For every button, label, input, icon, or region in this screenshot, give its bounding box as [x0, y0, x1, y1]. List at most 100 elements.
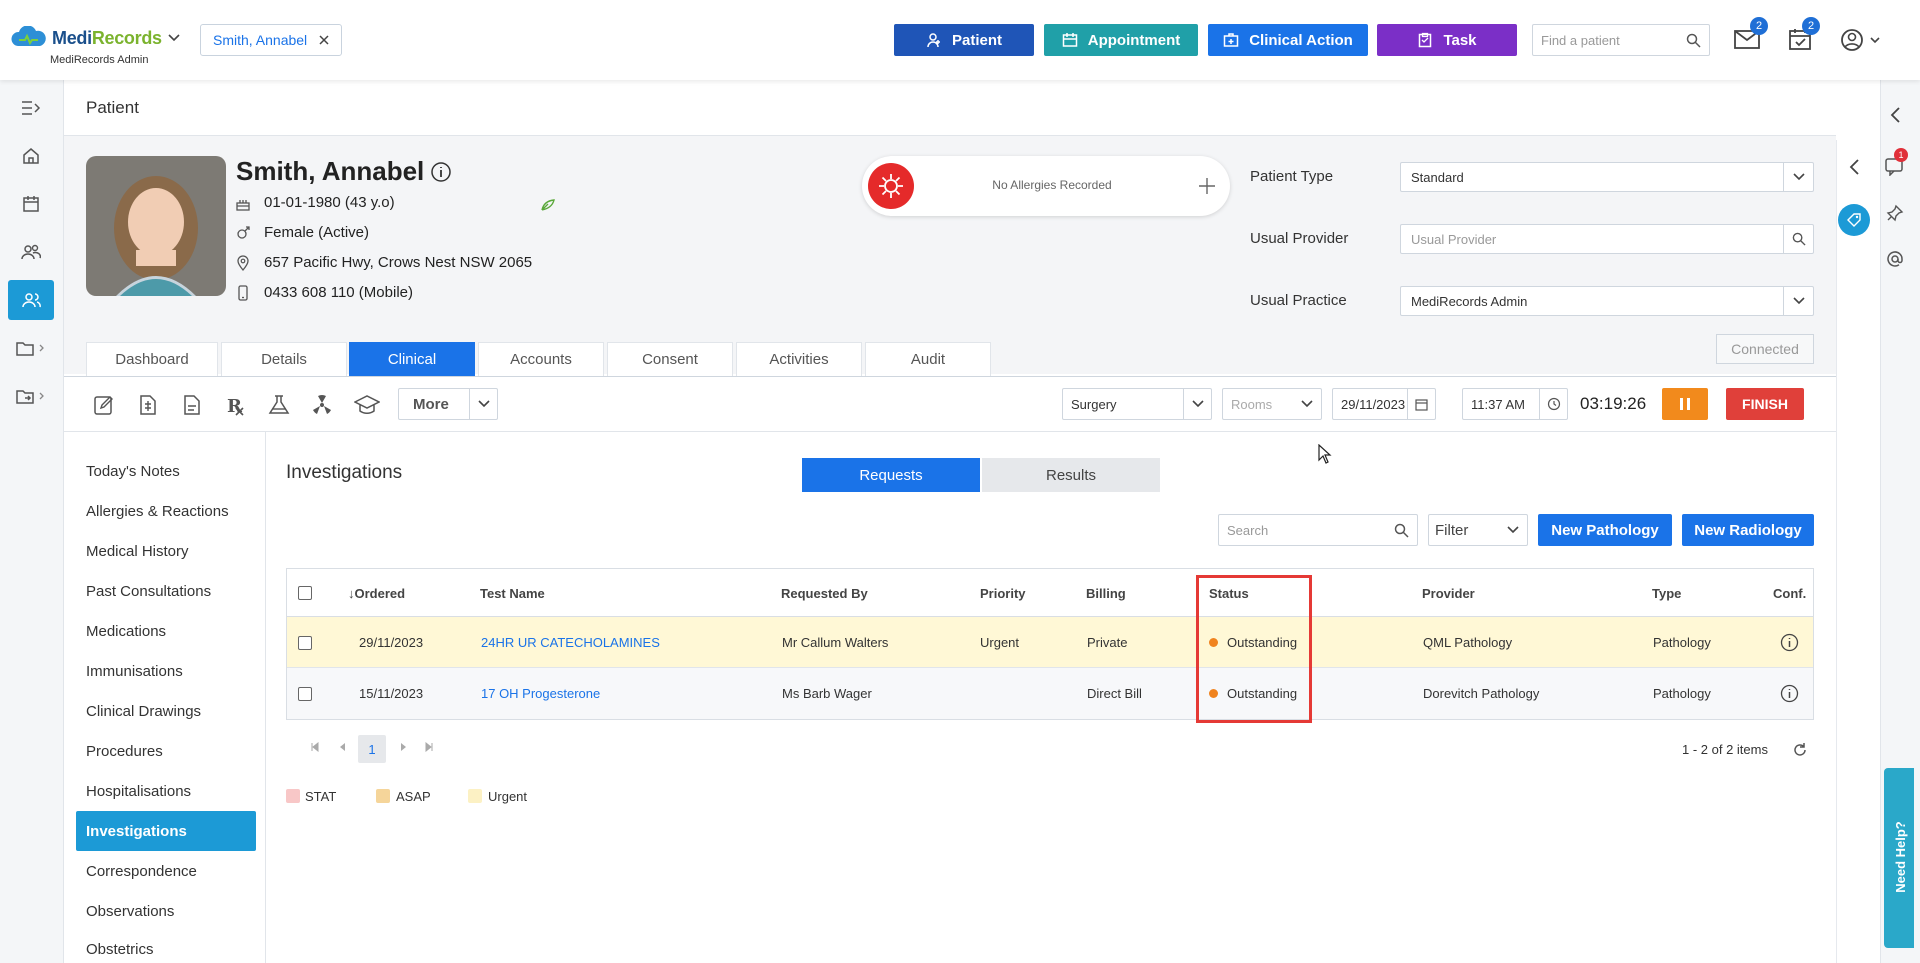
search-icon[interactable]: [1783, 225, 1813, 253]
need-help-tab[interactable]: Need Help?: [1884, 768, 1914, 948]
document-icon[interactable]: [136, 393, 160, 417]
last-page-icon[interactable]: [424, 742, 434, 752]
info-icon[interactable]: [1780, 668, 1799, 719]
info-icon[interactable]: [430, 161, 452, 183]
usual-practice-select[interactable]: MediRecords Admin: [1400, 286, 1814, 316]
calendar-icon[interactable]: [1407, 389, 1435, 419]
nav-allergies[interactable]: Allergies & Reactions: [76, 491, 256, 531]
add-allergy-icon[interactable]: [1198, 177, 1216, 195]
next-page-icon[interactable]: [398, 742, 408, 752]
segment-results[interactable]: Results: [982, 458, 1160, 492]
nav-correspondence[interactable]: Correspondence: [76, 851, 256, 891]
investigations-search-input[interactable]: Search: [1218, 514, 1418, 546]
nav-observations[interactable]: Observations: [76, 891, 256, 931]
nav-medical-history[interactable]: Medical History: [76, 531, 256, 571]
nav-clinical-drawings[interactable]: Clinical Drawings: [76, 691, 256, 731]
clock-icon[interactable]: [1539, 389, 1567, 419]
date-input[interactable]: 29/11/2023: [1332, 388, 1436, 420]
app-logo[interactable]: MediRecords: [52, 28, 162, 49]
col-ordered[interactable]: ↓ Ordered: [348, 568, 405, 618]
nav-immunisations[interactable]: Immunisations: [76, 651, 256, 691]
prev-page-icon[interactable]: [338, 742, 348, 752]
row-test-link[interactable]: 17 OH Progesterone: [481, 668, 600, 719]
collapse-panel-icon[interactable]: [1848, 158, 1862, 176]
select-all-checkbox[interactable]: [298, 568, 312, 618]
row-test-link[interactable]: 24HR UR CATECHOLAMINES: [481, 617, 660, 668]
chevron-down-icon[interactable]: [1293, 389, 1321, 419]
pathology-flask-icon[interactable]: [266, 393, 290, 417]
page-number[interactable]: 1: [358, 735, 386, 763]
connected-button[interactable]: Connected: [1716, 334, 1814, 364]
col-conf[interactable]: Conf.: [1773, 568, 1806, 618]
users-icon[interactable]: [8, 232, 54, 272]
col-priority[interactable]: Priority: [980, 568, 1026, 618]
chevron-down-icon[interactable]: [1499, 515, 1527, 545]
home-icon[interactable]: [8, 136, 54, 176]
chevron-down-icon[interactable]: [469, 389, 497, 419]
new-radiology-button[interactable]: New Radiology: [1682, 514, 1814, 546]
patient-photo[interactable]: [86, 156, 226, 296]
nav-medications[interactable]: Medications: [76, 611, 256, 651]
usual-provider-input[interactable]: Usual Provider: [1400, 224, 1814, 254]
col-billing[interactable]: Billing: [1086, 568, 1126, 618]
chevron-down-icon[interactable]: [168, 34, 180, 42]
allergy-virus-icon[interactable]: [868, 163, 914, 209]
shared-folder-icon[interactable]: [8, 376, 54, 416]
find-patient-input[interactable]: Find a patient: [1532, 24, 1710, 56]
search-icon[interactable]: [1394, 523, 1409, 538]
col-provider[interactable]: Provider: [1422, 568, 1475, 618]
tab-dashboard[interactable]: Dashboard: [86, 342, 218, 376]
filter-dropdown[interactable]: Filter: [1428, 514, 1528, 546]
finish-button[interactable]: FINISH: [1726, 388, 1804, 420]
expand-menu-icon[interactable]: [8, 88, 54, 128]
tab-activities[interactable]: Activities: [736, 342, 862, 376]
segment-requests[interactable]: Requests: [802, 458, 980, 492]
task-button[interactable]: Task: [1377, 24, 1517, 56]
col-type[interactable]: Type: [1652, 568, 1681, 618]
user-menu-icon[interactable]: [1840, 28, 1882, 52]
search-icon[interactable]: [1686, 33, 1701, 48]
appointment-button[interactable]: Appointment: [1044, 24, 1198, 56]
nav-hospitalisations[interactable]: Hospitalisations: [76, 771, 256, 811]
notes-edit-icon[interactable]: [92, 393, 116, 417]
pause-button[interactable]: [1662, 388, 1708, 420]
tab-details[interactable]: Details: [221, 342, 347, 376]
chevron-down-icon[interactable]: [1783, 287, 1813, 315]
row-checkbox[interactable]: [298, 617, 312, 668]
referral-icon[interactable]: [180, 393, 204, 417]
row-checkbox[interactable]: [298, 668, 312, 719]
prescription-icon[interactable]: R: [224, 393, 248, 417]
more-dropdown[interactable]: More: [398, 388, 498, 420]
close-icon[interactable]: [319, 35, 329, 45]
education-icon[interactable]: [354, 393, 380, 417]
pin-icon[interactable]: [1886, 204, 1904, 222]
nav-past-consultations[interactable]: Past Consultations: [76, 571, 256, 611]
patient-chip[interactable]: Smith, Annabel: [200, 24, 343, 56]
first-page-icon[interactable]: [310, 742, 320, 752]
mention-icon[interactable]: [1886, 250, 1904, 268]
tab-audit[interactable]: Audit: [865, 342, 991, 376]
nav-obstetrics[interactable]: Obstetrics: [76, 931, 256, 963]
new-pathology-button[interactable]: New Pathology: [1538, 514, 1672, 546]
nav-todays-notes[interactable]: Today's Notes: [76, 451, 256, 491]
radiology-icon[interactable]: [310, 393, 334, 417]
nav-procedures[interactable]: Procedures: [76, 731, 256, 771]
tab-accounts[interactable]: Accounts: [478, 342, 604, 376]
patient-button[interactable]: Patient: [894, 24, 1034, 56]
time-input[interactable]: 11:37 AM: [1462, 388, 1568, 420]
chevron-down-icon[interactable]: [1183, 389, 1211, 419]
chevron-down-icon[interactable]: [1783, 163, 1813, 191]
col-test-name[interactable]: Test Name: [480, 568, 545, 618]
rooms-select[interactable]: Rooms: [1222, 388, 1322, 420]
chevron-left-icon[interactable]: [1889, 106, 1903, 124]
clinical-action-button[interactable]: Clinical Action: [1208, 24, 1368, 56]
nav-investigations[interactable]: Investigations: [76, 811, 256, 851]
refresh-icon[interactable]: [1792, 742, 1808, 758]
location-select[interactable]: Surgery: [1062, 388, 1212, 420]
folder-icon[interactable]: [8, 328, 54, 368]
patient-type-select[interactable]: Standard: [1400, 162, 1814, 192]
col-requested-by[interactable]: Requested By: [781, 568, 868, 618]
calendar-nav-icon[interactable]: [8, 184, 54, 224]
info-icon[interactable]: [1780, 617, 1799, 668]
tab-consent[interactable]: Consent: [607, 342, 733, 376]
